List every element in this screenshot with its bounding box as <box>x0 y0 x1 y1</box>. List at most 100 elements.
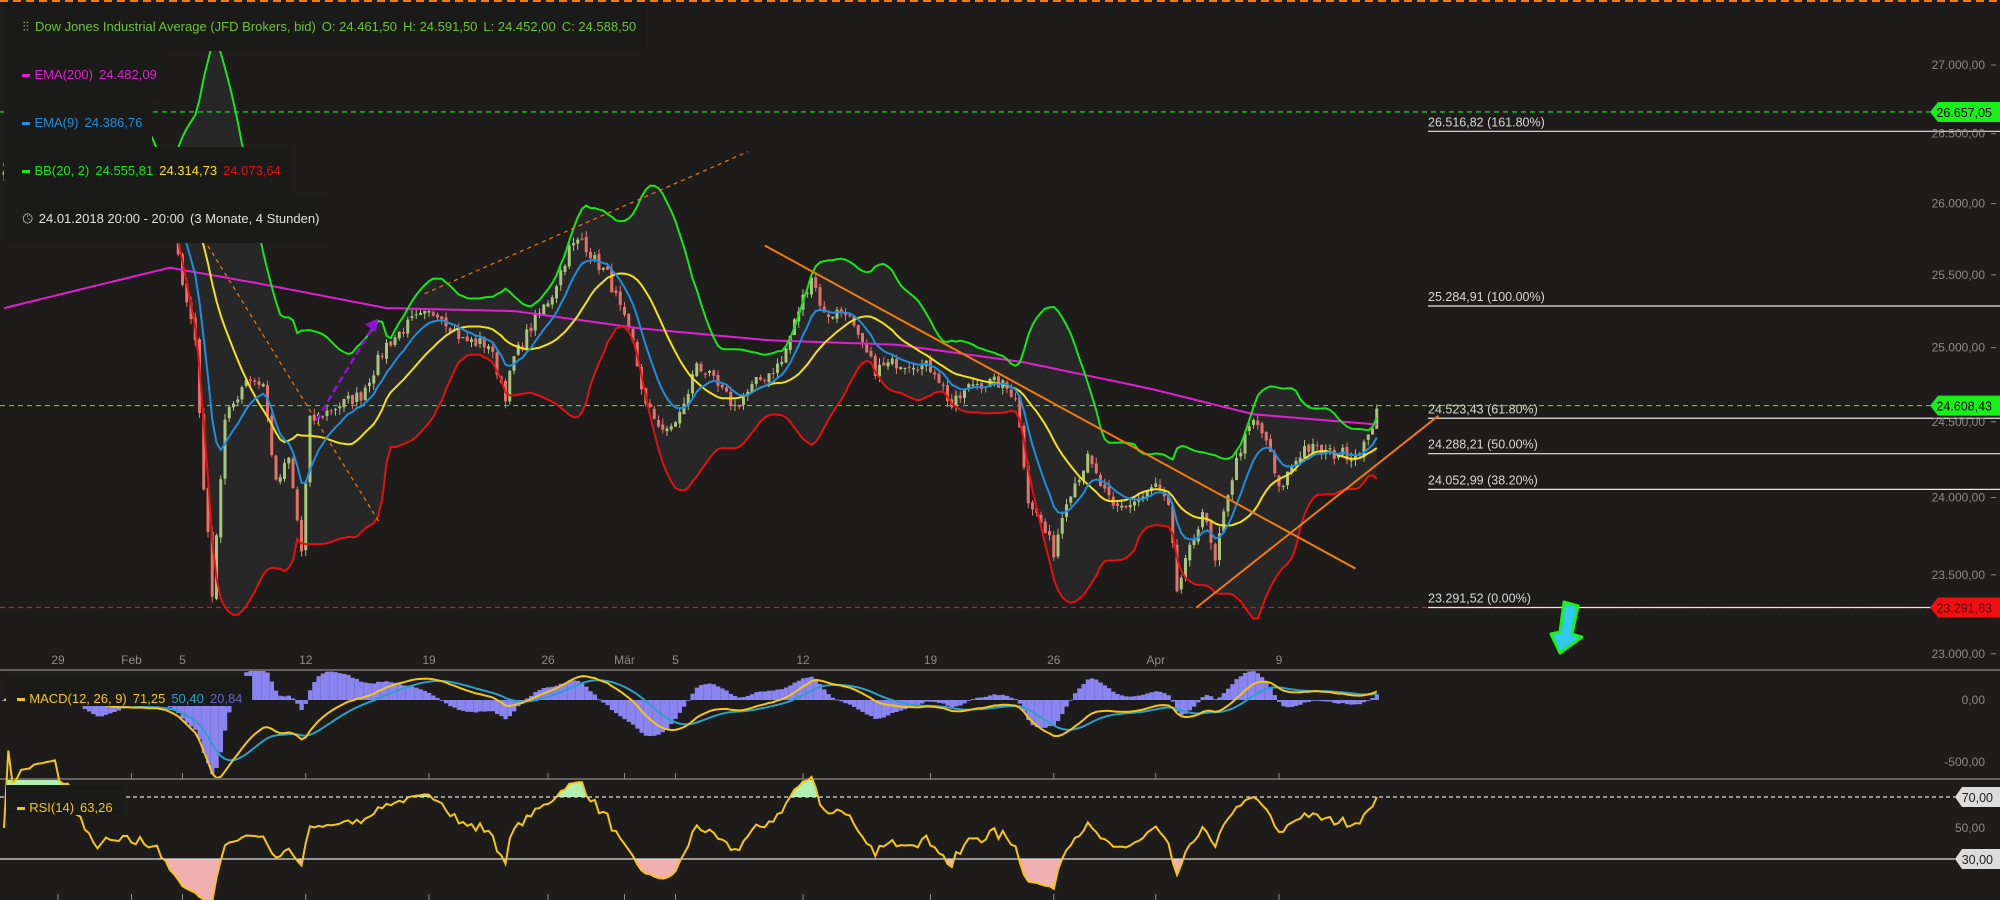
candle-body <box>1315 445 1319 447</box>
candle-body <box>941 384 945 386</box>
candle-body <box>1281 485 1285 487</box>
candle[interactable] <box>1371 428 1374 435</box>
price-axis-tick: 25.000,00 <box>1932 341 1986 355</box>
macd-histogram-bar <box>295 700 300 704</box>
macd-histogram-bar <box>1090 678 1095 700</box>
rsi-panel[interactable] <box>0 750 1955 900</box>
macd-histogram-bar <box>847 700 852 705</box>
macd-histogram-bar <box>1357 700 1362 705</box>
period-range: 24.01.2018 20:00 - 20:00 <box>38 211 185 226</box>
candle[interactable] <box>784 348 788 364</box>
macd-histogram-bar <box>1043 700 1048 728</box>
candle-body <box>232 403 235 408</box>
macd-histogram-bar <box>707 683 712 700</box>
macd-histogram-bar <box>495 700 500 715</box>
macd-histogram-bar <box>503 700 508 720</box>
macd-histogram-bar <box>1085 679 1090 700</box>
macd-histogram-bar <box>580 682 585 700</box>
macd-histogram-bar <box>261 671 266 700</box>
macd-histogram-bar <box>690 693 695 700</box>
macd-histogram-bar <box>418 689 423 700</box>
macd-histogram-bar <box>822 689 827 700</box>
macd-histogram-bar <box>830 697 835 700</box>
macd-histogram-bar <box>1192 700 1197 707</box>
macd-histogram-bar <box>928 700 933 702</box>
macd-histogram-bar <box>614 700 619 714</box>
candle[interactable] <box>295 486 299 522</box>
macd-histogram-bar <box>652 700 657 736</box>
ema9-row[interactable]: EMA(9) 24.386,76 <box>4 99 153 147</box>
candle[interactable] <box>1201 508 1204 530</box>
macd-value: 71,25 <box>132 691 166 706</box>
candle[interactable] <box>1031 500 1034 516</box>
candle-body <box>325 410 329 417</box>
macd-histogram-bar <box>346 674 351 700</box>
candle[interactable] <box>274 454 278 481</box>
candle-body <box>1230 480 1234 495</box>
candle-body <box>368 382 371 387</box>
candle-body <box>342 398 346 408</box>
macd-histogram-bar <box>958 700 963 706</box>
instrument-name[interactable]: Dow Jones Industrial Average (JFD Broker… <box>35 19 316 34</box>
candle[interactable] <box>1179 574 1183 594</box>
macd-label: MACD(12, 26, 9) <box>29 691 127 706</box>
macd-histogram-bar <box>435 698 440 700</box>
macd-histogram-bar <box>639 700 644 733</box>
candle-body <box>363 387 367 401</box>
candle[interactable] <box>542 303 546 316</box>
candle-body <box>555 286 558 299</box>
macd-histogram-bar <box>665 700 670 729</box>
macd-histogram-bar <box>1366 700 1371 701</box>
macd-swatch <box>17 698 26 702</box>
macd-histogram-bar <box>354 678 359 700</box>
ema200-row[interactable]: EMA(200) 24.482,09 <box>4 51 167 99</box>
candle[interactable] <box>1086 450 1090 474</box>
candle[interactable] <box>873 353 877 380</box>
bb-row[interactable]: BB(20, 2) 24.555,81 24.314,73 24.073,64 <box>4 147 291 195</box>
candle[interactable] <box>219 475 223 544</box>
macd-histogram-bar <box>282 696 287 700</box>
period-row[interactable]: 🕓︎ 24.01.2018 20:00 - 20:00 (3 Monate, 4 S… <box>4 195 330 243</box>
candle-body <box>1043 521 1047 534</box>
candle[interactable] <box>695 361 699 378</box>
candle-body <box>763 379 767 381</box>
candle-body <box>283 463 286 480</box>
candle[interactable] <box>300 515 303 557</box>
macd-histogram-bar <box>762 691 767 700</box>
macd-histogram-bar <box>1311 700 1316 701</box>
macd-histogram-bar <box>745 695 750 700</box>
candle-body <box>321 416 325 418</box>
candle-body <box>652 408 656 419</box>
rsi-legend[interactable]: RSI(14) 63,26 <box>6 785 123 815</box>
candle-body <box>737 404 741 407</box>
candle[interactable] <box>291 456 295 489</box>
macd-histogram-bar <box>1264 682 1269 700</box>
macd-histogram-bar <box>1013 699 1018 700</box>
macd-histogram-bar <box>1166 695 1171 700</box>
macd-histogram-bar <box>869 700 874 717</box>
fib-level-label: 24.288,21 (50.00%) <box>1428 438 1538 452</box>
period-detail: (3 Monate, 4 Stunden) <box>190 211 320 226</box>
macd-legend[interactable]: MACD(12, 26, 9) 71,25 50,40 20,84 <box>6 676 253 706</box>
candle-body <box>257 381 261 385</box>
macd-histogram-bar <box>754 692 759 700</box>
macd-histogram-bar <box>214 700 219 769</box>
candle-body <box>376 354 380 376</box>
candle[interactable] <box>223 413 227 485</box>
macd-histogram-bar <box>1196 700 1201 703</box>
macd-histogram-bar <box>1115 693 1120 700</box>
candle[interactable] <box>508 370 512 405</box>
candle[interactable] <box>270 412 274 458</box>
macd-histogram-bar <box>716 686 721 700</box>
candle-body <box>720 384 724 388</box>
candle-body <box>372 375 376 384</box>
macd-histogram-bar <box>482 700 487 712</box>
macd-histogram-bar <box>686 700 691 701</box>
macd-histogram-bar <box>1243 672 1248 700</box>
candle[interactable] <box>1052 531 1056 562</box>
down-arrow-icon[interactable] <box>1549 600 1584 655</box>
candle-body <box>844 313 847 316</box>
macd-histogram-bar <box>945 700 950 706</box>
macd-histogram-bar <box>461 700 466 711</box>
macd-histogram-bar <box>325 671 330 700</box>
